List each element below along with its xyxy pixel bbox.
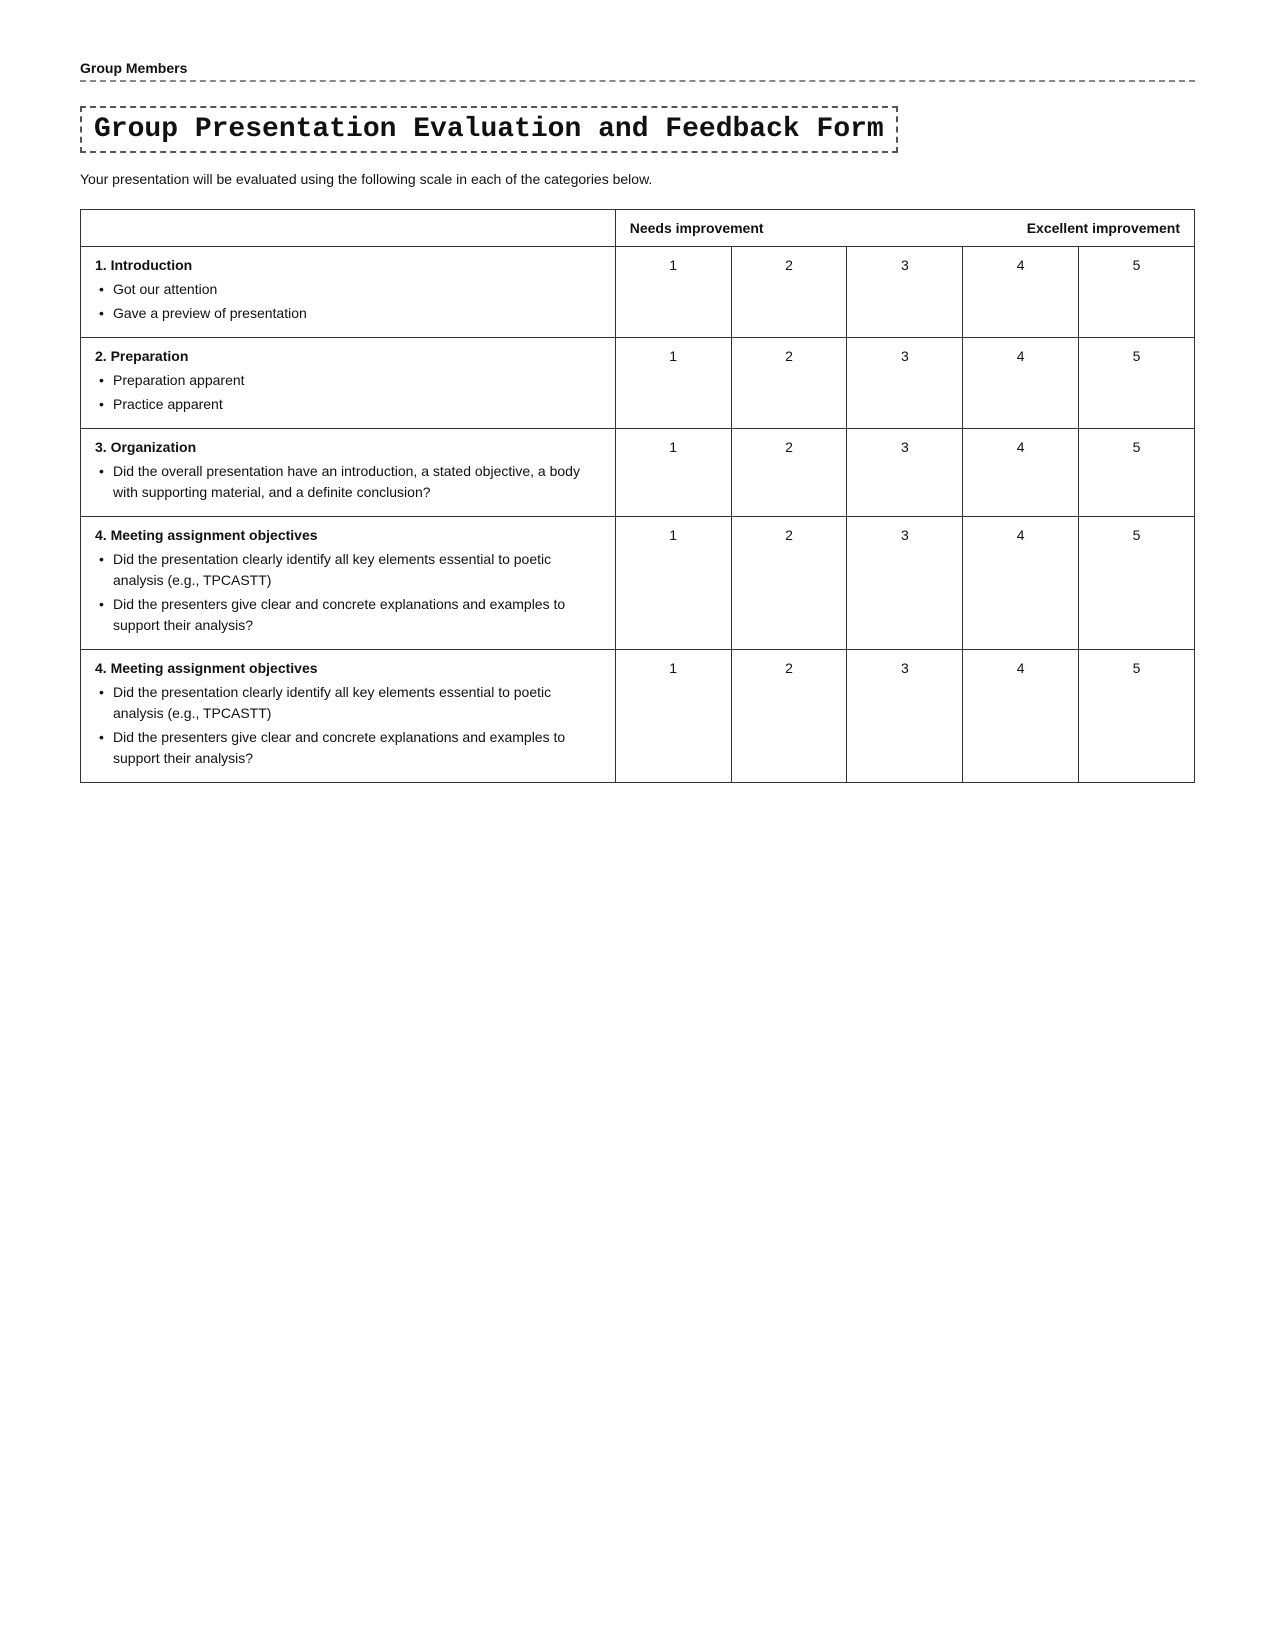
- table-row: 4. Meeting assignment objectives Did the …: [81, 517, 1195, 650]
- scale-cell-3-3: 3: [847, 517, 963, 650]
- scale-cell-1-3: 3: [847, 338, 963, 429]
- scale-cell-1-4: 4: [963, 338, 1079, 429]
- scale-cell-1-2: 2: [731, 338, 847, 429]
- bullet-list-3: Did the presentation clearly identify al…: [95, 549, 601, 636]
- bullet-item-3-0: Did the presentation clearly identify al…: [99, 549, 601, 591]
- scale-cell-3-4: 4: [963, 517, 1079, 650]
- scale-cell-4-3: 3: [847, 650, 963, 783]
- scale-cell-0-2: 2: [731, 247, 847, 338]
- bullet-list-2: Did the overall presentation have an int…: [95, 461, 601, 503]
- bullet-item-3-1: Did the presenters give clear and concre…: [99, 594, 601, 636]
- bullet-item-4-1: Did the presenters give clear and concre…: [99, 727, 601, 769]
- scale-cell-3-5: 5: [1079, 517, 1195, 650]
- bullet-item-4-0: Did the presentation clearly identify al…: [99, 682, 601, 724]
- group-members-section: Group Members: [80, 60, 1195, 82]
- category-cell-4: 4. Meeting assignment objectives Did the …: [81, 650, 616, 783]
- bullet-item-1-0: Preparation apparent: [99, 370, 601, 391]
- category-title-2: 3. Organization: [95, 439, 601, 455]
- scale-cell-1-5: 5: [1079, 338, 1195, 429]
- scale-cell-4-4: 4: [963, 650, 1079, 783]
- page-subtitle: Your presentation will be evaluated usin…: [80, 171, 1195, 187]
- category-title-3: 4. Meeting assignment objectives: [95, 527, 601, 543]
- scale-cell-2-5: 5: [1079, 429, 1195, 517]
- table-row: 1. Introduction Got our attention Gave a p…: [81, 247, 1195, 338]
- bullet-list-0: Got our attention Gave a preview of prese…: [95, 279, 601, 324]
- category-title-1: 2. Preparation: [95, 348, 601, 364]
- scale-cell-0-5: 5: [1079, 247, 1195, 338]
- bullet-item-2-0: Did the overall presentation have an int…: [99, 461, 601, 503]
- scale-cell-2-2: 2: [731, 429, 847, 517]
- excellent-improvement-header: Excellent improvement: [847, 210, 1195, 247]
- bullet-list-1: Preparation apparent Practice apparent: [95, 370, 601, 415]
- table-body: 1. Introduction Got our attention Gave a p…: [81, 247, 1195, 783]
- category-title-4: 4. Meeting assignment objectives: [95, 660, 601, 676]
- table-row: 2. Preparation Preparation apparent Practi…: [81, 338, 1195, 429]
- category-cell-3: 4. Meeting assignment objectives Did the …: [81, 517, 616, 650]
- category-cell-0: 1. Introduction Got our attention Gave a p…: [81, 247, 616, 338]
- table-header-row: Needs improvement Excellent improvement: [81, 210, 1195, 247]
- scale-cell-0-3: 3: [847, 247, 963, 338]
- category-title-0: 1. Introduction: [95, 257, 601, 273]
- needs-improvement-header: Needs improvement: [615, 210, 847, 247]
- header-divider: [80, 80, 1195, 82]
- category-cell-1: 2. Preparation Preparation apparent Practi…: [81, 338, 616, 429]
- scale-cell-3-2: 2: [731, 517, 847, 650]
- scale-cell-0-1: 1: [615, 247, 731, 338]
- criteria-header: [81, 210, 616, 247]
- bullet-item-0-0: Got our attention: [99, 279, 601, 300]
- category-cell-2: 3. Organization Did the overall presentat…: [81, 429, 616, 517]
- evaluation-table: Needs improvement Excellent improvement …: [80, 209, 1195, 783]
- table-row: 4. Meeting assignment objectives Did the …: [81, 650, 1195, 783]
- scale-cell-2-3: 3: [847, 429, 963, 517]
- scale-cell-4-1: 1: [615, 650, 731, 783]
- scale-cell-2-1: 1: [615, 429, 731, 517]
- bullet-list-4: Did the presentation clearly identify al…: [95, 682, 601, 769]
- bullet-item-0-1: Gave a preview of presentation: [99, 303, 601, 324]
- scale-cell-4-5: 5: [1079, 650, 1195, 783]
- scale-cell-1-1: 1: [615, 338, 731, 429]
- bullet-item-1-1: Practice apparent: [99, 394, 601, 415]
- page-title: Group Presentation Evaluation and Feedba…: [80, 106, 898, 153]
- scale-cell-2-4: 4: [963, 429, 1079, 517]
- group-members-label: Group Members: [80, 60, 1195, 76]
- scale-cell-0-4: 4: [963, 247, 1079, 338]
- scale-cell-4-2: 2: [731, 650, 847, 783]
- table-row: 3. Organization Did the overall presentat…: [81, 429, 1195, 517]
- scale-cell-3-1: 1: [615, 517, 731, 650]
